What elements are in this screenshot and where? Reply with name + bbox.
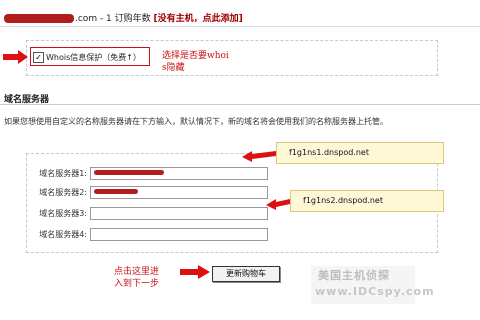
arrow-update-icon (180, 265, 210, 279)
arrow-nameserver1-icon (242, 151, 276, 162)
arrow-nameserver2-icon (266, 199, 290, 210)
annotation-arrows (3, 50, 290, 279)
arrow-whois-icon (3, 50, 28, 64)
